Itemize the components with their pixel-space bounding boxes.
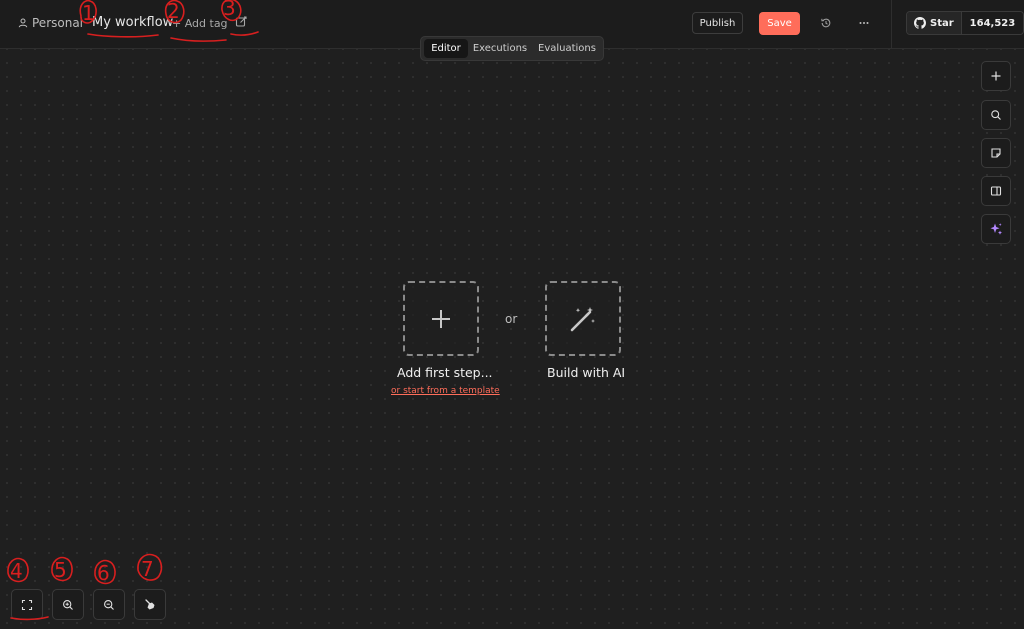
annotation-circle-5	[51, 556, 73, 582]
tab-evaluations[interactable]: Evaluations	[533, 39, 601, 58]
app-window: Personal My workflow + Add tag Publish S…	[0, 0, 1024, 629]
search-nodes-button[interactable]	[981, 100, 1011, 130]
add-sticky-note-button[interactable]	[981, 138, 1011, 168]
start-from-template-link[interactable]: or start from a template	[391, 386, 500, 396]
add-first-step-label[interactable]: Add first step...	[397, 365, 493, 380]
github-star-button[interactable]: Star 164,523	[906, 11, 1024, 35]
zoom-out-icon	[104, 599, 114, 610]
fit-view-icon	[21, 599, 33, 610]
annotation-number-5: 5	[54, 558, 67, 582]
tidy-up-button[interactable]	[134, 589, 166, 620]
sparkles-icon	[990, 223, 1002, 235]
github-star-count: 164,523	[960, 12, 1024, 34]
edit-description-button[interactable]	[233, 14, 249, 30]
or-separator: or	[505, 312, 518, 326]
breadcrumb-project[interactable]: Personal	[18, 16, 83, 30]
more-horizontal-icon	[859, 22, 869, 24]
workflow-name[interactable]: My workflow	[92, 15, 173, 30]
tab-editor[interactable]: Editor	[424, 39, 468, 58]
save-button[interactable]: Save	[759, 12, 800, 35]
fit-view-button[interactable]	[11, 589, 43, 620]
history-icon	[821, 18, 831, 28]
annotation-number-6: 6	[97, 561, 110, 585]
workflow-history-button[interactable]	[817, 14, 835, 32]
sticky-note-icon	[991, 148, 1001, 158]
github-star-label: Star	[930, 17, 954, 29]
tab-executions[interactable]: Executions	[470, 39, 530, 58]
user-icon	[18, 18, 28, 28]
github-star-left: Star	[907, 12, 961, 34]
plus-icon	[991, 71, 1001, 81]
magic-wand-icon	[570, 306, 595, 331]
annotation-circle-6	[94, 559, 116, 585]
plus-icon	[432, 309, 450, 328]
zoom-in-button[interactable]	[52, 589, 84, 620]
view-tabs: Editor Executions Evaluations	[420, 36, 604, 61]
ai-assistant-button[interactable]	[981, 214, 1011, 244]
project-label: Personal	[32, 16, 84, 30]
annotation-number-4: 4	[10, 559, 23, 583]
header-divider	[891, 0, 892, 48]
edit-note-icon	[235, 16, 247, 27]
add-node-button[interactable]	[981, 61, 1011, 91]
toggle-panel-button[interactable]	[981, 176, 1011, 206]
github-icon	[914, 17, 926, 29]
broom-icon	[144, 599, 154, 610]
annotation-circle-4	[7, 557, 29, 583]
build-with-ai-label[interactable]: Build with AI	[547, 365, 625, 380]
annotation-circle-7	[137, 553, 163, 581]
add-tag-button[interactable]: + Add tag	[172, 17, 228, 30]
add-first-step-box[interactable]	[403, 281, 479, 356]
panel-icon	[990, 186, 1002, 196]
search-icon	[991, 110, 1001, 120]
annotation-number-7: 7	[141, 557, 154, 581]
more-options-button[interactable]	[855, 14, 873, 32]
build-with-ai-box[interactable]	[545, 281, 621, 356]
zoom-out-button[interactable]	[93, 589, 125, 620]
publish-button[interactable]: Publish	[692, 12, 743, 34]
zoom-in-icon	[63, 599, 73, 610]
